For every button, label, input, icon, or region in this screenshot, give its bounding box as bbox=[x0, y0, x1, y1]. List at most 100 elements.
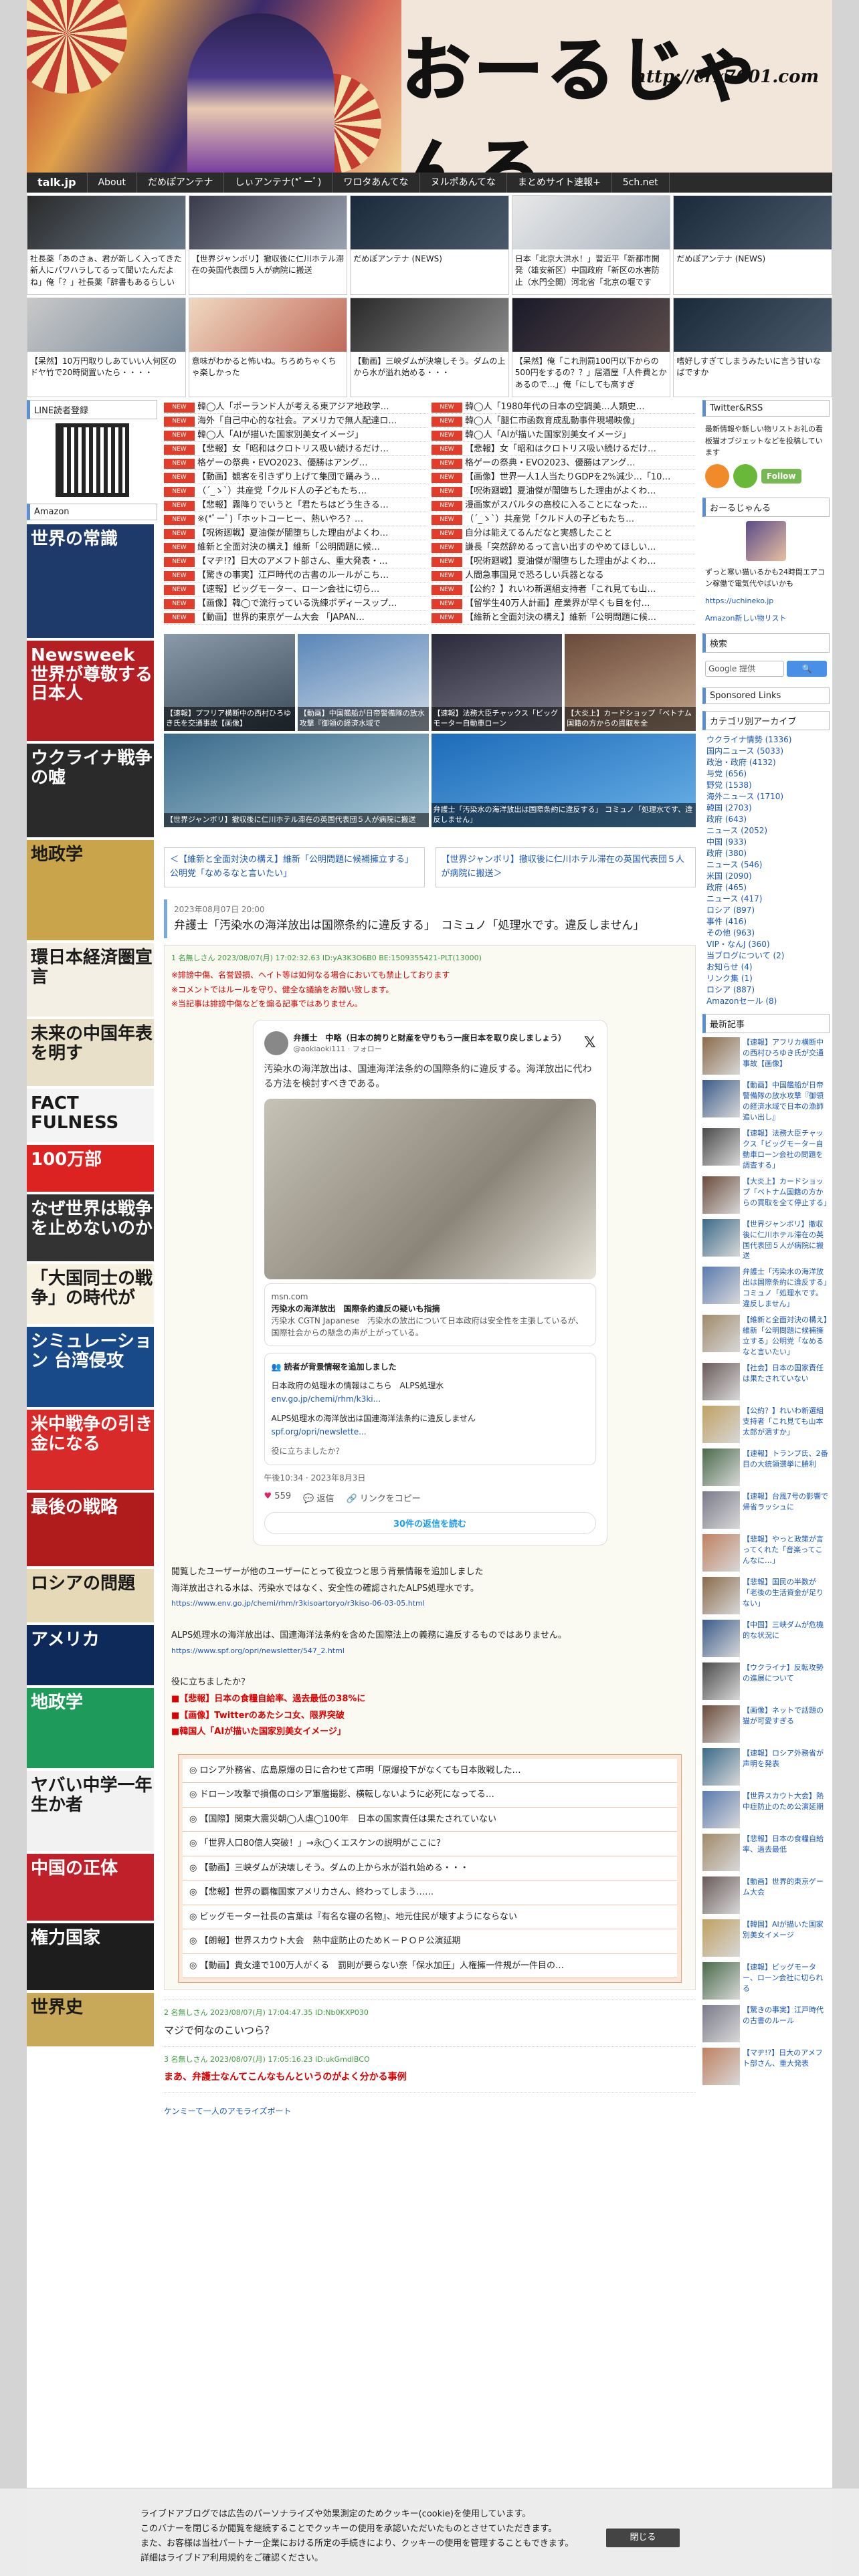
recent-post-item[interactable]: 【動画】中国艦船が日帝警備隊の放水攻撃『御領の経済水域で日本の漁師追い出し』 bbox=[702, 1080, 830, 1123]
recent-post-item[interactable]: 【動画】世界的東京ゲーム大会 bbox=[702, 1876, 830, 1914]
thumbnail-card[interactable]: 【動画】三峡ダムが決壊しそう。ダムの上から水が溢れ始める・・・ bbox=[350, 298, 509, 397]
line-qr-code[interactable] bbox=[55, 423, 129, 497]
recent-post-item[interactable]: 【悲報】国民の半数が「老後の生活資金が足りない」 bbox=[702, 1576, 830, 1614]
rss-icon[interactable] bbox=[705, 463, 729, 488]
category-item[interactable]: 中国 (933) bbox=[702, 837, 830, 848]
headline-item[interactable]: NEW 韓◯人「腿仁市函数育成乱動事件現場映像」 bbox=[432, 414, 695, 428]
picture-headline[interactable]: 【動画】中国艦船が日帝警備隊の放水攻撃『御領の経済水域で bbox=[297, 634, 429, 731]
about-amazon-link[interactable]: Amazon新しい物リスト bbox=[702, 610, 830, 627]
book-cover[interactable]: 未来の中国年表を明す bbox=[27, 1019, 154, 1086]
picture-headline[interactable]: 【世界ジャンボリ】撤収後に仁川ホテル滞在の英国代表団５人が病院に搬送 bbox=[164, 734, 429, 827]
category-item[interactable]: VIP・なんJ (360) bbox=[702, 939, 830, 950]
x-logo-icon[interactable]: 𝕏 bbox=[584, 1035, 596, 1051]
thumbnail-card[interactable]: だめぽアンテナ (NEWS) bbox=[673, 195, 832, 295]
book-cover[interactable]: 100万部 bbox=[27, 1145, 154, 1192]
related-article-item[interactable]: ◎ ロシア外務省、広島原爆の日に合わせて声明「原爆投下がなくても日本敗戦した… bbox=[183, 1758, 677, 1784]
thumbnail-card[interactable]: 【世界ジャンボリ】撤収後に仁川ホテル滞在の英国代表団５人が病院に搬送 bbox=[188, 195, 348, 295]
related-article-item[interactable]: ◎ ビッグモーター社長の言葉は『有名な寝の名物』、地元住民が壊すようにならない bbox=[183, 1905, 677, 1930]
nav-item[interactable]: しぃアンテナ(*ﾟーﾟ) bbox=[224, 173, 333, 193]
headline-item[interactable]: NEW 【留学生40万人計画】産業界が早くも目を付… bbox=[432, 597, 695, 611]
category-item[interactable]: 海外ニュース (1710) bbox=[702, 791, 830, 802]
book-cover[interactable]: 中国の正体 bbox=[27, 1854, 154, 1921]
thumbnail-card[interactable]: 意味がわかると怖いね。ちろめちゃくちゃ楽しかった bbox=[188, 298, 348, 397]
reply-button[interactable]: 💬 返信 bbox=[303, 1491, 334, 1504]
book-cover[interactable]: 世界史 bbox=[27, 1993, 154, 2046]
nav-item[interactable]: ワロタあんてな bbox=[332, 173, 420, 193]
recent-post-item[interactable]: 【大炎上】カードショップ「ベトナム国籍の方からの買取を全て停止する」 bbox=[702, 1176, 831, 1214]
category-item[interactable]: ウクライナ情勢 (1336) bbox=[702, 734, 830, 746]
nav-item[interactable]: まとめサイト速報+ bbox=[507, 173, 612, 193]
book-cover[interactable]: なぜ世界は戦争を止めないのか bbox=[27, 1194, 154, 1261]
category-item[interactable]: 国内ニュース (5033) bbox=[702, 746, 830, 757]
book-cover[interactable]: FACT FULNESS bbox=[27, 1089, 154, 1142]
related-article-item[interactable]: ◎ ドローン攻撃で損傷のロシア軍艦撮影、横転しないように必死になってる… bbox=[183, 1783, 677, 1808]
headline-item[interactable]: NEW 韓◯人「AIが描いた国家別美女イメージ」 bbox=[432, 428, 695, 442]
recent-post-item[interactable]: 【ウクライナ】反転攻勢の進展について bbox=[702, 1662, 830, 1700]
nav-item[interactable]: talk.jp bbox=[27, 173, 88, 193]
category-item[interactable]: 与党 (656) bbox=[702, 768, 830, 780]
headline-item[interactable]: NEW 海外「自己中心的な社会。アメリカで無人配達ロ… bbox=[164, 414, 427, 428]
recent-post-item[interactable]: 【速報】アフリカ横断中の西村ひろゆき氏が交通事故【画像】 bbox=[702, 1037, 830, 1075]
prev-article-link[interactable]: ＜【維新と全面対決の構え】維新「公明問題に候補擁立する」公明党「なめるなと言いた… bbox=[164, 847, 425, 887]
related-red-link[interactable]: ■韓国人「AIが描いた国家別美女イメージ」 bbox=[171, 1724, 688, 1741]
headline-item[interactable]: NEW 【動画】観客を引きずり上げて集団で踊みう… bbox=[164, 470, 427, 484]
headline-item[interactable]: NEW （´_ゝ`）共産党「クルド人の子どもたち… bbox=[164, 484, 427, 498]
nav-item[interactable]: About bbox=[88, 173, 137, 193]
headline-item[interactable]: NEW 維新と全面対決の構え】維新「公明問題に候… bbox=[164, 540, 427, 554]
related-article-item[interactable]: ◎ 【国際】関東大震災朝◯人虐◯100年 日本の国家責任は果たされていない bbox=[183, 1807, 677, 1832]
book-cover[interactable]: 米中戦争の引き金になる bbox=[27, 1410, 154, 1490]
book-cover[interactable]: 権力国家 bbox=[27, 1923, 154, 1990]
note-link[interactable]: spf.org/opri/newslette... bbox=[272, 1425, 589, 1438]
tweet-user-handle[interactable]: @aokiaoki111 · フォロー bbox=[294, 1043, 567, 1054]
book-cover[interactable]: ウクライナ戦争の嘘 bbox=[27, 744, 154, 837]
category-item[interactable]: 当ブログについて (2) bbox=[702, 950, 830, 962]
recent-post-item[interactable]: 【公約？】れいわ新選組支持者「これ見ても山本太郎が潰すか」 bbox=[702, 1405, 830, 1443]
category-item[interactable]: Amazonセール (8) bbox=[702, 996, 830, 1007]
headline-item[interactable]: NEW 【呪術廻戦】夏油傑が闇堕ちした理由がよくわ… bbox=[164, 526, 427, 540]
headline-item[interactable]: NEW 【悲報】女「昭和はクロトリス吸い続けるだけ… bbox=[164, 442, 427, 456]
recent-post-item[interactable]: 弁護士「汚染水の海洋放出は国際条約に違反する」コミュノ「処理水です。違反しません… bbox=[702, 1267, 830, 1309]
book-cover[interactable]: アメリカ bbox=[27, 1625, 154, 1685]
headline-item[interactable]: NEW 格ゲーの祭典・EVO2023、優勝はアング… bbox=[164, 456, 427, 470]
category-item[interactable]: 野党 (1538) bbox=[702, 780, 830, 791]
headline-item[interactable]: NEW 【悲報】女「昭和はクロトリス吸い続けるだけ… bbox=[432, 442, 695, 456]
category-item[interactable]: ロシア (897) bbox=[702, 905, 830, 916]
category-item[interactable]: 米国 (2090) bbox=[702, 871, 830, 882]
headline-item[interactable]: NEW 【速報】ビッグモーター、ローン会社に切ら… bbox=[164, 582, 427, 597]
related-article-item[interactable]: ◎ 【朗報】世界スカウト大会 熱中症防止のためＫ－ＰＯＰ公演延期 bbox=[183, 1929, 677, 1954]
recent-post-item[interactable]: 【維新と全面対決の構え】維新「公明問題に候補擁立する」公明党「なめるなと言いたい… bbox=[702, 1315, 830, 1358]
recent-post-item[interactable]: 【世界ジャンボリ】撤収後に仁川ホテル滞在の英国代表団５人が病院に搬送 bbox=[702, 1218, 830, 1262]
recent-post-item[interactable]: 【中国】三峡ダムが危機的な状況に bbox=[702, 1619, 830, 1657]
read-replies-button[interactable]: 30件の返信を読む bbox=[264, 1512, 596, 1534]
book-cover[interactable]: 最後の戦略 bbox=[27, 1493, 154, 1566]
headline-item[interactable]: NEW 格ゲーの祭典・EVO2023、優勝はアング… bbox=[432, 456, 695, 470]
recent-post-item[interactable]: 【悲報】日本の食糧自給率、過去最低 bbox=[702, 1833, 830, 1871]
picture-headline[interactable]: 【速報】プフリア横断中の西村ひろゆき氏を交通事故【画像】 bbox=[164, 634, 295, 731]
recent-post-item[interactable]: 【驚きの事実】江戸時代の古書のルール bbox=[702, 2004, 830, 2042]
body-link[interactable]: https://www.spf.org/opri/newsletter/547_… bbox=[171, 1644, 688, 1658]
headline-item[interactable]: NEW 【マヂ!?】日大のアメフト部さん、重大発表・… bbox=[164, 554, 427, 568]
thumbnail-card[interactable]: 【呆然】10万円取りしあていい人何区のドヤ竹で20時間置いたら・・・・ bbox=[27, 298, 186, 397]
category-item[interactable]: その他 (963) bbox=[702, 928, 830, 939]
headline-item[interactable]: NEW 韓◯人「ポーランド人が考える東アジア地政学… bbox=[164, 400, 427, 414]
related-article-item[interactable]: ◎ 【動画】貴女達で100万人がくる 罰則が要らない奈「保水加圧」人権擁一件規が… bbox=[183, 1953, 677, 1979]
tweet-photo[interactable] bbox=[264, 1098, 596, 1279]
next-article-link[interactable]: 【世界ジャンボリ】撤収後に仁川ホテル滞在の英国代表団５人が病院に搬送＞ bbox=[435, 847, 696, 887]
book-cover[interactable]: 世界の常識 bbox=[27, 524, 154, 638]
book-cover[interactable]: ロシアの問題 bbox=[27, 1569, 154, 1622]
recent-post-item[interactable]: 【韓国】AIが描いた国家別美女イメージ bbox=[702, 1919, 830, 1957]
headline-item[interactable]: NEW 韓◯人「AIが描いた国家別美女イメージ」 bbox=[164, 428, 427, 442]
book-cover[interactable]: 環日本経済圏宣言 bbox=[27, 943, 154, 1016]
headline-item[interactable]: NEW 自分は能えてるんだなと実感したこと bbox=[432, 526, 695, 540]
tweet-avatar[interactable] bbox=[264, 1031, 288, 1055]
book-cover[interactable]: 地政学 bbox=[27, 840, 154, 940]
book-cover[interactable]: ヤバい中学一年生か者 bbox=[27, 1771, 154, 1851]
category-item[interactable]: 政治・政府 (4132) bbox=[702, 757, 830, 768]
thumbnail-card[interactable]: 嗜好しすぎてしまうみたいに言う甘いなばですか bbox=[673, 298, 832, 397]
category-item[interactable]: 政府 (380) bbox=[702, 848, 830, 859]
body-link[interactable]: https://www.env.go.jp/chemi/rhm/r3kisoar… bbox=[171, 1597, 688, 1611]
note-link[interactable]: env.go.jp/chemi/rhm/k3ki... bbox=[272, 1392, 589, 1406]
thumbnail-card[interactable]: 社長薬「あのさぁ、君が新しく入ってきた新人にパワハラしてるって聞いたんだよね」俺… bbox=[27, 195, 186, 295]
site-url[interactable]: http://crx7601.com bbox=[634, 67, 819, 87]
nav-item[interactable]: ヌルポあんてな bbox=[420, 173, 507, 193]
